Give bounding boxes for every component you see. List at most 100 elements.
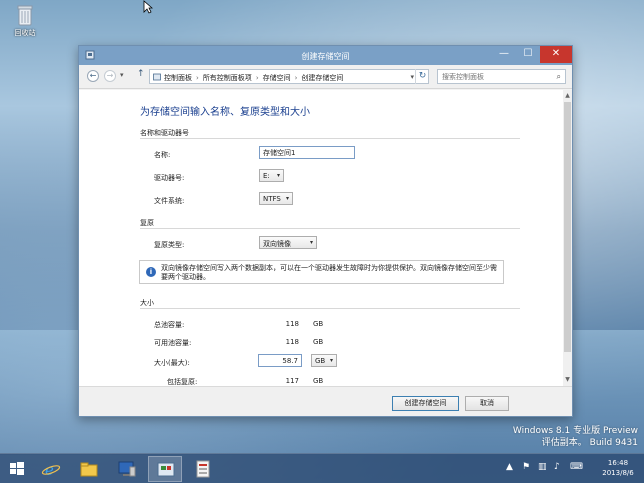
available-capacity-label: 可用池容量:: [154, 339, 192, 347]
section-title-name-drive: 名称和驱动器号: [140, 129, 189, 137]
up-button[interactable]: ↑: [137, 69, 145, 79]
search-box[interactable]: ⌕: [437, 69, 566, 84]
breadcrumb: 控制面板 › 所有控制面板项 › 存储空间 › 创建存储空间: [164, 73, 343, 83]
total-capacity-label: 总池容量:: [154, 321, 185, 329]
arrow-left-icon: ←: [89, 71, 97, 80]
scrollbar-thumb[interactable]: [564, 102, 571, 352]
taskbar-clock[interactable]: 16:48 2013/8/6: [596, 458, 640, 478]
close-button[interactable]: ✕: [540, 46, 572, 63]
watermark-build: 评估副本。 Build 9431: [541, 438, 638, 448]
taskbar-internet-explorer[interactable]: e: [34, 456, 68, 482]
address-field[interactable]: 控制面板 › 所有控制面板项 › 存储空间 › 创建存储空间 ▾: [149, 69, 429, 84]
back-button[interactable]: ←: [87, 70, 99, 82]
taskbar-control-panel[interactable]: [148, 456, 182, 482]
breadcrumb-item-all-items[interactable]: 所有控制面板项: [203, 74, 252, 82]
including-resiliency-unit: GB: [313, 377, 324, 385]
volume-icon[interactable]: ♪: [554, 462, 560, 472]
network-icon[interactable]: ▥: [538, 462, 547, 472]
taskbar-storage-app[interactable]: [186, 456, 220, 482]
available-capacity-unit: GB: [313, 338, 324, 346]
window-titlebar[interactable]: 创建存储空间 — ☐ ✕: [79, 46, 572, 65]
svg-text:e: e: [45, 461, 54, 479]
tray-expand-icon[interactable]: ▲: [506, 462, 513, 472]
windows-watermark: Windows 8.1 专业版 Preview 评估副本。 Build 9431: [508, 425, 638, 449]
create-storage-space-button[interactable]: 创建存储空间: [392, 396, 459, 411]
section-divider: [140, 228, 520, 229]
control-panel-folder-icon: [153, 73, 161, 81]
taskbar-file-explorer[interactable]: [72, 456, 106, 482]
taskbar: e ▲ ⚑ ▥ ♪ ⌨ 16:48 2013/8/6: [0, 453, 644, 483]
section-title-resiliency: 复原: [140, 219, 154, 227]
name-label: 名称:: [154, 151, 171, 159]
chevron-down-icon: ▾: [410, 73, 414, 81]
main-content: 为存储空间输入名称、复原类型和大小 名称和驱动器号 名称: 驱动器号: E: ▾…: [79, 90, 564, 386]
available-capacity-value: 118: [285, 338, 299, 346]
resiliency-type-label: 复原类型:: [154, 241, 185, 249]
control-panel-icon: [157, 462, 175, 477]
max-size-unit-select[interactable]: GB ▾: [311, 354, 337, 367]
breadcrumb-separator-icon[interactable]: ›: [295, 74, 298, 82]
resiliency-type-value: 双向镜像: [263, 240, 291, 248]
chevron-down-icon: ▾: [309, 239, 313, 246]
windows-logo-icon: [10, 462, 24, 475]
info-icon: i: [146, 267, 156, 277]
mouse-cursor-icon: [143, 0, 153, 14]
file-system-select[interactable]: NTFS ▾: [259, 192, 293, 205]
including-resiliency-value: 117: [285, 377, 299, 385]
chevron-down-icon: ▾: [120, 71, 124, 79]
total-capacity-unit: GB: [313, 320, 324, 328]
max-size-input[interactable]: [258, 354, 302, 367]
file-system-value: NTFS: [263, 195, 281, 203]
drive-letter-select[interactable]: E: ▾: [259, 169, 284, 182]
resiliency-info-text: 双向镜像存储空间写入两个数据副本，可以在一个驱动器发生故障时为你提供保护。双向镜…: [161, 264, 497, 281]
breadcrumb-item-create-storage-space[interactable]: 创建存储空间: [301, 74, 343, 82]
action-center-flag-icon[interactable]: ⚑: [522, 462, 530, 472]
chevron-down-icon: ▾: [329, 357, 333, 364]
taskbar-app[interactable]: [110, 456, 144, 482]
recent-locations-button[interactable]: ▾: [120, 71, 124, 79]
folder-icon: [80, 462, 98, 477]
clock-date: 2013/8/6: [602, 469, 634, 477]
arrow-right-icon: →: [106, 71, 114, 80]
recycle-bin-label: 回收站: [14, 29, 36, 37]
dialog-footer: 创建存储空间 取消: [79, 386, 572, 416]
document-icon: [196, 460, 210, 478]
address-dropdown-button[interactable]: ▾: [410, 73, 414, 81]
vertical-scrollbar[interactable]: ▲ ▼: [563, 90, 572, 386]
maximize-button[interactable]: ☐: [516, 46, 540, 63]
breadcrumb-item-control-panel[interactable]: 控制面板: [164, 74, 192, 82]
forward-button[interactable]: →: [104, 70, 116, 82]
start-button[interactable]: [0, 456, 34, 482]
breadcrumb-separator-icon[interactable]: ›: [256, 74, 259, 82]
search-icon[interactable]: ⌕: [557, 72, 561, 82]
minimize-button[interactable]: —: [492, 46, 516, 63]
drive-letter-label: 驱动器号:: [154, 174, 185, 182]
arrow-up-icon: ↑: [137, 69, 145, 79]
search-input[interactable]: [438, 70, 548, 83]
chevron-down-icon: ▾: [285, 195, 289, 202]
name-input[interactable]: [259, 146, 355, 159]
section-divider: [140, 308, 520, 309]
scroll-down-arrow-icon[interactable]: ▼: [564, 376, 571, 384]
create-storage-space-window: 创建存储空间 — ☐ ✕ ← → ▾ ↑ 控制面板 › 所有控制面板项 › 存储空间 › 创…: [78, 45, 573, 417]
computer-icon: [118, 461, 136, 477]
refresh-icon: ↻: [418, 71, 427, 81]
chevron-down-icon: ▾: [276, 172, 280, 179]
refresh-button[interactable]: ↻: [415, 69, 429, 84]
max-size-unit-value: GB: [315, 357, 326, 365]
scroll-up-arrow-icon[interactable]: ▲: [564, 92, 571, 100]
max-size-label: 大小(最大):: [154, 359, 190, 367]
drive-letter-value: E:: [263, 172, 270, 180]
recycle-bin-icon: [16, 4, 34, 26]
page-title: 为存储空间输入名称、复原类型和大小: [140, 107, 310, 118]
breadcrumb-item-storage-spaces[interactable]: 存储空间: [263, 74, 291, 82]
keyboard-icon[interactable]: ⌨: [570, 462, 583, 472]
resiliency-type-select[interactable]: 双向镜像 ▾: [259, 236, 317, 249]
cancel-button[interactable]: 取消: [465, 396, 509, 411]
watermark-edition: Windows 8.1 专业版 Preview: [512, 426, 638, 436]
section-divider: [140, 138, 520, 139]
breadcrumb-separator-icon[interactable]: ›: [196, 74, 199, 82]
file-system-label: 文件系统:: [154, 197, 185, 205]
resiliency-info-box: i 双向镜像存储空间写入两个数据副本，可以在一个驱动器发生故障时为你提供保护。双…: [139, 260, 504, 284]
desktop-icon-recycle-bin[interactable]: 回收站: [6, 4, 44, 38]
